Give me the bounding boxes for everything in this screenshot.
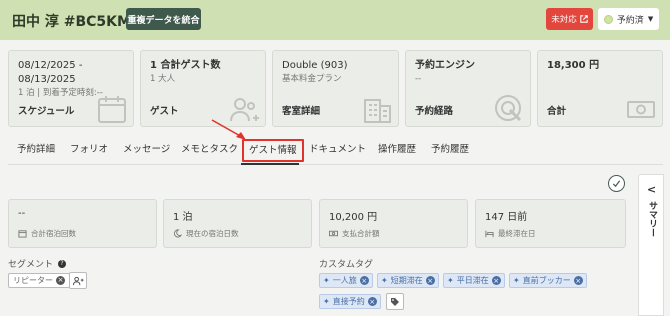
custom-tag-chip: ✦ 一人旅 × xyxy=(319,273,373,288)
stat-value: 147 日前 xyxy=(485,212,528,223)
custom-tag-label: 短期滞在 xyxy=(390,276,423,285)
channel-label: 予約経路 xyxy=(415,106,454,117)
target-cursor-icon xyxy=(495,95,522,122)
tab-reservation-details[interactable]: 予約詳細 xyxy=(17,138,55,162)
custom-tag-label: 平日滞在 xyxy=(456,276,489,285)
money-icon xyxy=(627,101,655,118)
calendar-icon xyxy=(98,96,126,123)
custom-tag-label: 直前ブッカー xyxy=(522,276,571,285)
check-circle-button[interactable] xyxy=(608,175,625,192)
custom-tags-title: カスタムタグ xyxy=(319,260,374,270)
tag-icon xyxy=(391,297,399,306)
chevron-down-icon: ▼ xyxy=(647,15,654,23)
active-tab-underline xyxy=(241,163,299,165)
segment-label: セグメント xyxy=(8,260,54,270)
external-link-icon xyxy=(580,15,588,23)
stat-label-row: 最終滞在日 xyxy=(485,228,536,239)
remove-icon[interactable]: × xyxy=(491,276,501,285)
status-dropdown[interactable]: 予約済 ▼ xyxy=(598,8,659,30)
bed-icon xyxy=(485,230,494,238)
segment-chip-label: リピーター xyxy=(13,276,53,285)
summary-sidebar-toggle[interactable]: < サマリー xyxy=(638,174,664,316)
stat-label: 現在の宿泊日数 xyxy=(186,229,239,238)
remove-icon[interactable]: × xyxy=(425,276,435,285)
stat-label: 合計宿泊回数 xyxy=(31,229,76,238)
guests-card[interactable]: 1 合計ゲスト数 1 大人 ゲスト xyxy=(140,50,266,127)
status-label: 予約済 xyxy=(616,15,644,26)
stat-label-row: 合計宿泊回数 xyxy=(18,228,76,239)
total-amount: 18,300 円 xyxy=(547,60,600,71)
guests-label: ゲスト xyxy=(150,106,179,117)
tab-operation-history[interactable]: 操作履歴 xyxy=(378,138,416,162)
checkout-date: 08/13/2025 xyxy=(18,74,76,85)
sparkle-icon: ✦ xyxy=(381,276,388,285)
money-icon xyxy=(329,230,338,237)
room-name: Double (903) xyxy=(282,60,348,71)
unhandled-label: 未対応 xyxy=(551,15,577,25)
summary-label: サマリー xyxy=(647,201,657,237)
tab-bar: 予約詳細 フォリオ メッセージ メモとタスク ゲスト情報 ドキュメント 操作履歴… xyxy=(8,138,663,165)
sparkle-icon: ✦ xyxy=(323,297,330,306)
sparkle-icon: ✦ xyxy=(323,276,330,285)
custom-tag-chip: ✦ 平日滞在 × xyxy=(443,273,505,288)
add-tag-button[interactable] xyxy=(386,293,404,310)
remove-icon[interactable]: × xyxy=(573,276,583,285)
tab-documents[interactable]: ドキュメント xyxy=(309,138,366,162)
room-card[interactable]: Double (903) 基本料金プラン 客室詳細 xyxy=(272,50,399,127)
status-dot-icon xyxy=(603,14,613,24)
stat-current-nights: 1 泊 現在の宿泊日数 xyxy=(163,199,312,248)
stat-total-paid: 10,200 円 支払合計額 xyxy=(319,199,468,248)
unhandled-button[interactable]: 未対応 xyxy=(546,8,593,30)
room-label: 客室詳細 xyxy=(282,106,321,117)
channel-card[interactable]: 予約エンジン -- 予約経路 xyxy=(405,50,531,127)
stat-last-stay: 147 日前 最終滞在日 xyxy=(475,199,626,248)
annotation-arrow-icon xyxy=(211,119,246,140)
building-icon xyxy=(364,99,391,123)
remove-icon[interactable]: × xyxy=(359,276,369,285)
stat-total-stays: -- 合計宿泊回数 xyxy=(8,199,157,248)
booking-channel: 予約エンジン xyxy=(415,60,475,71)
moon-icon xyxy=(173,229,182,238)
total-card[interactable]: 18,300 円 合計 xyxy=(537,50,663,127)
custom-tag-chip: ✦ 直前ブッカー × xyxy=(509,273,587,288)
stat-value: 1 泊 xyxy=(173,212,193,223)
sparkle-icon: ✦ xyxy=(513,276,520,285)
total-label: 合計 xyxy=(547,106,567,117)
add-segment-button[interactable] xyxy=(69,272,87,289)
sparkle-icon: ✦ xyxy=(447,276,454,285)
checkin-date: 08/12/2025 - xyxy=(18,60,83,71)
guest-total: 1 合計ゲスト数 xyxy=(150,60,221,71)
stat-label-row: 現在の宿泊日数 xyxy=(173,228,239,239)
custom-tag-chip: ✦ 直接予約 × xyxy=(319,294,381,309)
stat-label: 支払合計額 xyxy=(342,229,380,238)
calendar-icon xyxy=(18,230,27,238)
merge-duplicates-button[interactable]: 重複データを統合 xyxy=(126,8,201,30)
tab-guest-info[interactable]: ゲスト情報 xyxy=(242,139,304,162)
stat-value: -- xyxy=(18,208,26,219)
stat-label: 最終滞在日 xyxy=(498,229,536,238)
rate-plan: 基本料金プラン xyxy=(282,74,342,84)
channel-sub: -- xyxy=(415,74,422,84)
help-icon[interactable]: ? xyxy=(58,259,67,268)
stat-label-row: 支払合計額 xyxy=(329,228,380,239)
guest-breakdown: 1 大人 xyxy=(150,74,176,84)
schedule-card[interactable]: 08/12/2025 - 08/13/2025 1 泊 | 到着予定時刻:-- … xyxy=(8,50,134,127)
custom-tag-label: 一人旅 xyxy=(332,276,357,285)
remove-icon[interactable]: × xyxy=(56,276,65,285)
chevron-left-icon: < xyxy=(647,183,657,196)
remove-icon[interactable]: × xyxy=(367,297,377,306)
tab-folio[interactable]: フォリオ xyxy=(70,138,108,162)
reservation-header: 田中 淳 #BC5KMF-1 重複データを統合 未対応 予約済 ▼ xyxy=(0,0,670,40)
custom-tag-chip: ✦ 短期滞在 × xyxy=(377,273,439,288)
tab-reservation-history[interactable]: 予約履歴 xyxy=(431,138,469,162)
tab-messages[interactable]: メッセージ xyxy=(123,138,170,162)
stat-value: 10,200 円 xyxy=(329,212,378,223)
schedule-label: スケジュール xyxy=(18,106,75,117)
segment-chip-repeater: リピーター × xyxy=(8,273,70,288)
segment-title: セグメント ? xyxy=(8,257,67,270)
custom-tag-label: 直接予約 xyxy=(332,297,365,306)
user-plus-icon xyxy=(72,276,84,285)
check-icon xyxy=(612,180,621,188)
